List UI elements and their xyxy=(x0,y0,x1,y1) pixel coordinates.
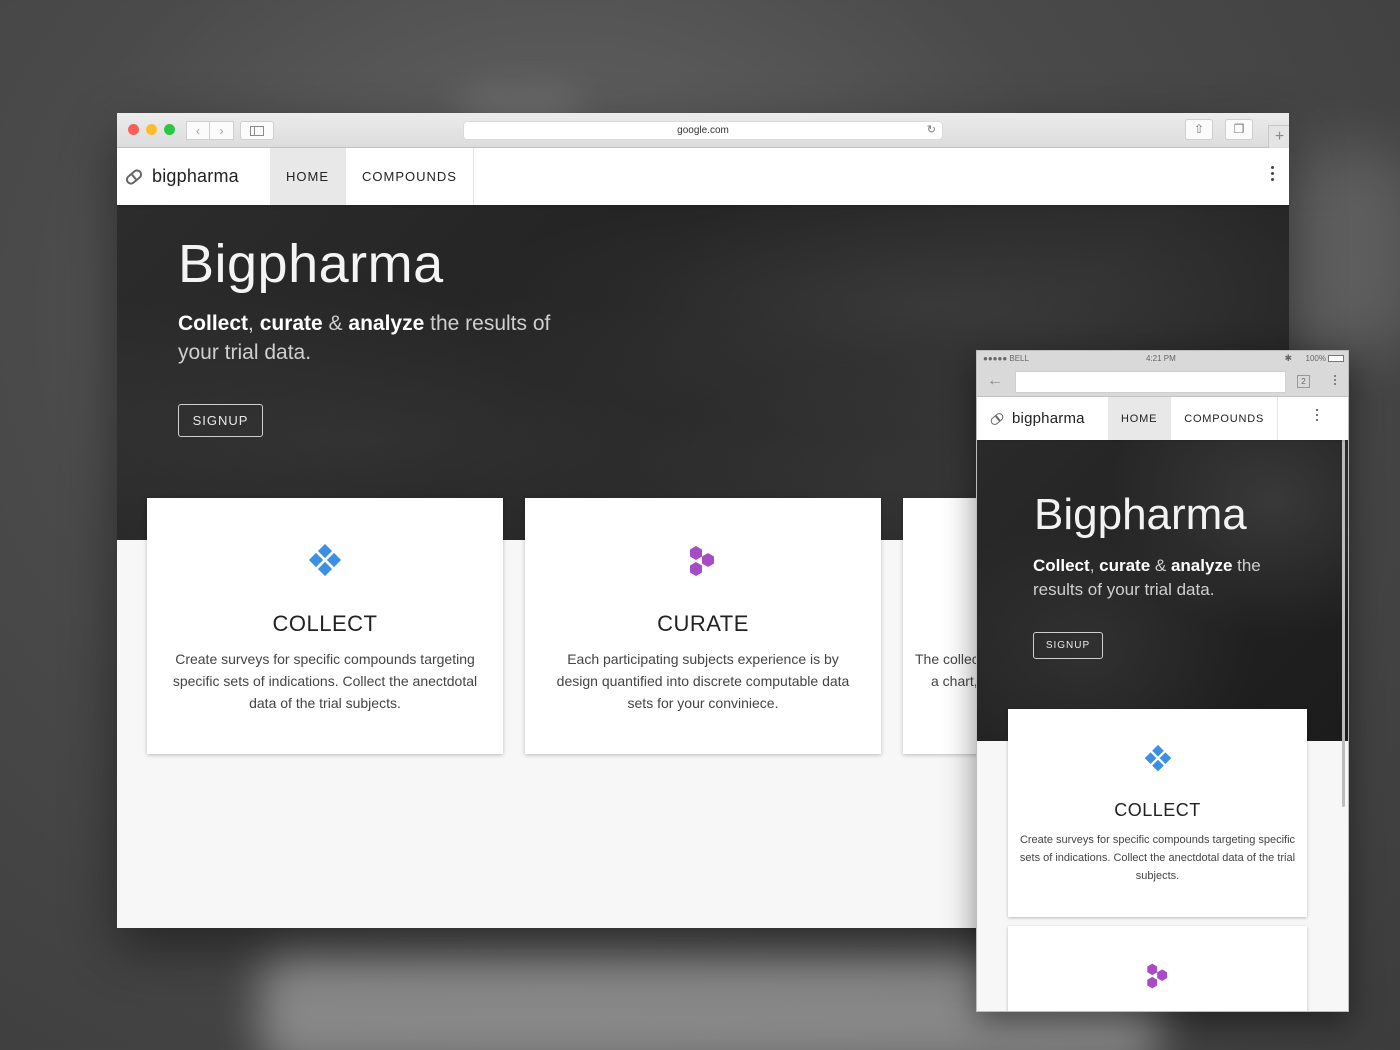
tab-home[interactable]: HOME xyxy=(1108,397,1172,440)
scrollbar[interactable] xyxy=(1342,419,1345,807)
hero-title: Bigpharma xyxy=(178,234,444,294)
clock-label: 4:21 PM xyxy=(1146,354,1176,363)
brand-label: bigpharma xyxy=(152,166,239,186)
subtitle-separator: & xyxy=(322,312,349,335)
tab-compounds[interactable]: COMPOUNDS xyxy=(1171,397,1279,440)
subtitle-separator: , xyxy=(248,312,260,335)
diamond-cluster-icon xyxy=(1144,745,1171,772)
subtitle-curate: curate xyxy=(1099,556,1151,575)
address-bar[interactable]: google.com ↻ xyxy=(463,121,943,140)
app-navbar: bigpharma HOME COMPOUNDS xyxy=(117,148,1289,205)
mobile-browser-window: ●●●●● BELL 4:21 PM ✱ 100% ← 2 bigpharma … xyxy=(976,350,1349,1012)
feature-card-curate xyxy=(1008,926,1307,1011)
back-arrow-icon[interactable]: ‹ xyxy=(186,121,210,140)
subtitle-curate: curate xyxy=(259,312,323,335)
bluetooth-icon: ✱ xyxy=(1284,353,1292,363)
subtitle-separator: & xyxy=(1150,556,1171,575)
tab-home[interactable]: HOME xyxy=(270,148,346,205)
signup-button[interactable]: SIGNUP xyxy=(1033,632,1103,659)
more-vert-icon[interactable] xyxy=(1314,409,1320,421)
more-vert-icon[interactable] xyxy=(1269,166,1275,181)
signup-button[interactable]: SIGNUP xyxy=(178,404,263,437)
brand-label: bigpharma xyxy=(1012,410,1085,427)
card-title: COLLECT xyxy=(272,611,378,636)
subtitle-analyze: analyze xyxy=(348,312,425,335)
tab-compounds[interactable]: COMPOUNDS xyxy=(346,148,474,205)
feature-cards: COLLECT Create surveys for specific comp… xyxy=(147,498,1013,754)
hero-section: Bigpharma Collect, curate & analyze the … xyxy=(977,440,1348,741)
hero-subtitle: Collect, curate & analyze the results of… xyxy=(1033,554,1283,602)
history-nav: ‹ › xyxy=(186,121,234,140)
tab-count-icon[interactable]: 2 xyxy=(1297,375,1310,388)
battery-icon xyxy=(1328,355,1344,362)
hexagon-cluster-icon xyxy=(690,546,714,576)
brand[interactable]: bigpharma xyxy=(117,148,270,205)
battery-label: 100% xyxy=(1305,354,1326,363)
forward-arrow-icon[interactable]: › xyxy=(210,121,234,140)
status-bar: ●●●●● BELL 4:21 PM ✱ 100% xyxy=(977,351,1348,367)
feature-card-collect: COLLECT Create surveys for specific comp… xyxy=(147,498,503,754)
app-navbar: bigpharma HOME COMPOUNDS xyxy=(977,397,1348,440)
pill-icon xyxy=(989,410,1005,427)
subtitle-separator: , xyxy=(1089,556,1100,575)
reload-icon[interactable]: ↻ xyxy=(927,122,936,139)
mobile-browser-toolbar: ← 2 xyxy=(977,367,1348,397)
subtitle-collect: Collect xyxy=(178,312,249,335)
subtitle-collect: Collect xyxy=(1033,556,1090,575)
card-description: Create surveys for specific compounds ta… xyxy=(1019,834,1296,882)
brand[interactable]: bigpharma xyxy=(977,397,1108,440)
address-text: google.com xyxy=(677,125,729,136)
hero-title: Bigpharma xyxy=(1034,490,1247,539)
feature-card-collect: COLLECT Create surveys for specific comp… xyxy=(1008,709,1307,917)
hexagon-cluster-icon xyxy=(1146,963,1167,989)
subtitle-analyze: analyze xyxy=(1170,556,1233,575)
new-tab-icon[interactable]: + xyxy=(1268,125,1289,148)
sidebar-toggle-icon[interactable] xyxy=(240,121,274,140)
maximize-window-button[interactable] xyxy=(164,124,175,135)
mobile-address-bar[interactable] xyxy=(1015,371,1286,393)
hero-subtitle: Collect, curate & analyze the results of… xyxy=(178,309,578,367)
browser-toolbar: ‹ › google.com ↻ ⇧ ❐ + xyxy=(117,113,1289,148)
card-description: Each participating subjects experience i… xyxy=(556,651,850,711)
more-vert-icon[interactable] xyxy=(1334,375,1336,385)
card-description: Create surveys for specific compounds ta… xyxy=(172,651,478,711)
card-title: COLLECT xyxy=(1114,800,1201,820)
carrier-label: ●●●●● BELL xyxy=(983,354,1029,363)
close-window-button[interactable] xyxy=(128,124,139,135)
pill-icon xyxy=(123,166,145,187)
minimize-window-button[interactable] xyxy=(146,124,157,135)
card-title: CURATE xyxy=(657,611,749,636)
diamond-cluster-icon xyxy=(308,544,342,577)
feature-card-curate: CURATE Each participating subjects exper… xyxy=(525,498,881,754)
share-icon[interactable]: ⇧ xyxy=(1185,119,1213,140)
tabs-overview-icon[interactable]: ❐ xyxy=(1225,119,1253,140)
back-arrow-icon[interactable]: ← xyxy=(987,372,1003,390)
